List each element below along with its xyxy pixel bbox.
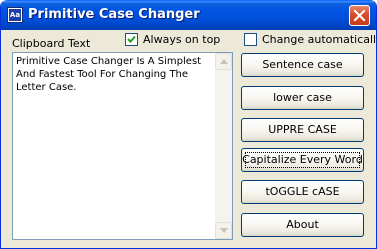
sentence-case-button[interactable]: Sentence case	[241, 53, 364, 77]
chevron-up-icon	[220, 59, 228, 64]
about-button-label: About	[286, 218, 319, 231]
always-on-top-label[interactable]: Always on top	[143, 33, 220, 46]
close-button[interactable]	[349, 5, 370, 26]
scroll-down-button[interactable]	[215, 222, 232, 239]
vertical-scrollbar[interactable]	[215, 53, 232, 239]
window-title: Primitive Case Changer	[28, 7, 200, 22]
upper-case-button-label: UPPRE CASE	[268, 123, 337, 136]
clipboard-text-label: Clipboard Text	[12, 37, 91, 50]
always-on-top-checkbox[interactable]	[125, 33, 138, 46]
lower-case-button[interactable]: lower case	[241, 86, 364, 110]
clipboard-text-content[interactable]: Primitive Case Changer Is A Simplest And…	[16, 55, 214, 94]
capitalize-every-word-button-label: Capitalize Every Word	[242, 153, 363, 166]
app-window: Aa Primitive Case Changer Clipboard Text…	[0, 0, 377, 249]
upper-case-button[interactable]: UPPRE CASE	[241, 118, 364, 142]
change-automatically-label[interactable]: Change automatically	[262, 33, 376, 46]
sentence-case-button-label: Sentence case	[262, 58, 343, 71]
app-icon[interactable]: Aa	[7, 7, 23, 23]
lower-case-button-label: lower case	[273, 91, 332, 104]
checkmark-icon	[127, 35, 136, 43]
toggle-case-button[interactable]: tOGGLE cASE	[241, 180, 364, 204]
chevron-down-icon	[220, 228, 228, 233]
about-button[interactable]: About	[241, 213, 364, 237]
toggle-case-button-label: tOGGLE cASE	[265, 185, 340, 198]
close-icon	[353, 9, 366, 22]
scroll-up-button[interactable]	[215, 53, 232, 70]
change-automatically-checkbox[interactable]	[244, 33, 257, 46]
title-bar[interactable]: Aa Primitive Case Changer	[1, 0, 376, 30]
capitalize-every-word-button[interactable]: Capitalize Every Word	[241, 148, 364, 172]
app-icon-glyph: Aa	[9, 9, 21, 21]
clipboard-textarea[interactable]: Primitive Case Changer Is A Simplest And…	[12, 52, 233, 240]
